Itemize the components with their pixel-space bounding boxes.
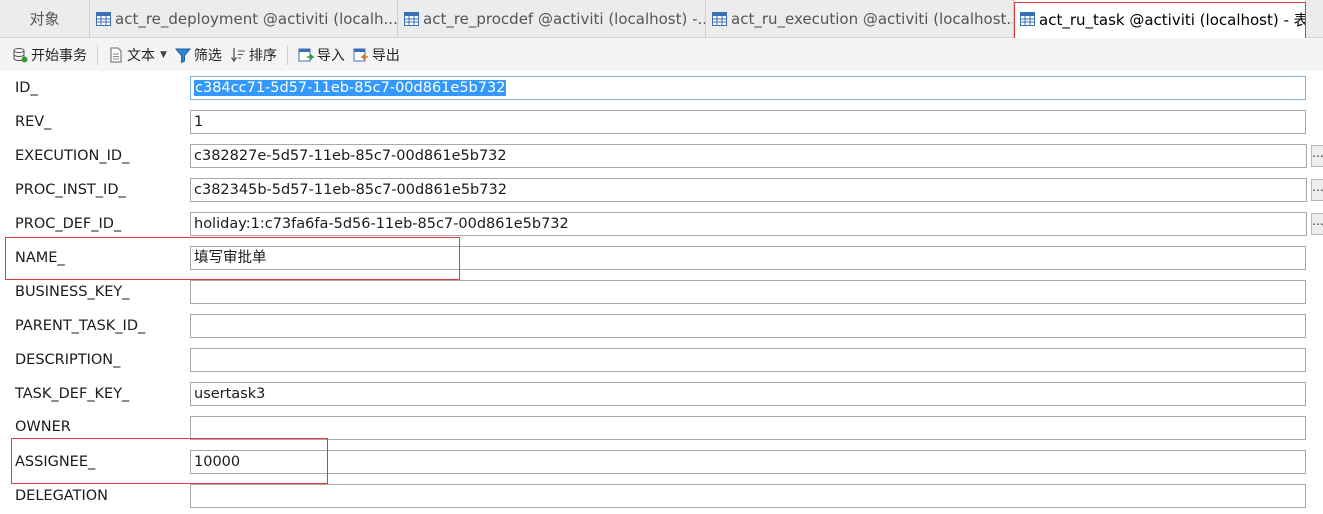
id-field[interactable]: c384cc71-5d57-11eb-85c7-00d861e5b732 <box>190 76 1306 100</box>
field-label: DELEGATION <box>15 488 108 504</box>
business-key-field[interactable] <box>190 280 1306 304</box>
export-icon <box>353 48 368 61</box>
tab-act-ru-task[interactable]: act_ru_task @activiti (localhost) - 表 <box>1014 0 1306 38</box>
database-transaction-icon <box>13 47 28 62</box>
execution-id-field[interactable]: c382827e-5d57-11eb-85c7-00d861e5b732 <box>190 144 1307 168</box>
field-label: ID_ <box>15 80 38 96</box>
chevron-down-icon: ▼ <box>160 49 167 60</box>
field-label: TASK_DEF_KEY_ <box>15 386 130 402</box>
filter-label: 筛选 <box>193 47 222 64</box>
field-label: ASSIGNEE_ <box>15 454 96 470</box>
import-button[interactable]: 导入 <box>294 42 349 68</box>
field-label: PROC_INST_ID_ <box>15 182 126 198</box>
toolbar: 开始事务 文本 ▼ 筛选 排序 导入 导出 <box>0 38 1323 71</box>
name-field[interactable]: 填写审批单 <box>190 246 1306 270</box>
filter-button[interactable]: 筛选 <box>171 42 226 68</box>
task-def-key-field[interactable]: usertask3 <box>190 382 1306 406</box>
lookup-button[interactable]: ... <box>1311 145 1323 167</box>
filter-icon <box>174 48 191 63</box>
field-label: REV_ <box>15 114 52 130</box>
field-label: NAME_ <box>15 250 65 266</box>
assignee-field[interactable]: 10000 <box>190 450 1306 474</box>
tab-label: act_re_procdef @activiti (localhost) -..… <box>423 9 706 28</box>
text-button[interactable]: 文本 ▼ <box>104 42 171 68</box>
field-row-id: ID_ c384cc71-5d57-11eb-85c7-00d861e5b732 <box>0 72 1323 106</box>
field-row-task-def-key: TASK_DEF_KEY_ usertask3 <box>0 378 1323 412</box>
tab-act-re-deployment[interactable]: act_re_deployment @activiti (localh... <box>90 0 398 37</box>
sort-icon <box>230 47 245 62</box>
tab-objects[interactable]: 对象 <box>0 0 90 37</box>
field-label: PROC_DEF_ID_ <box>15 216 122 232</box>
export-button[interactable]: 导出 <box>349 42 404 68</box>
tab-bar: 对象 act_re_deployment @activiti (localh..… <box>0 0 1323 38</box>
sort-label: 排序 <box>248 47 277 64</box>
record-form: ID_ c384cc71-5d57-11eb-85c7-00d861e5b732… <box>0 72 1323 508</box>
field-row-proc-def-id: PROC_DEF_ID_ holiday:1:c73fa6fa-5d56-11e… <box>0 208 1323 242</box>
field-row-delegation: DELEGATION <box>0 480 1323 514</box>
field-row-execution-id: EXECUTION_ID_ c382827e-5d57-11eb-85c7-00… <box>0 140 1323 174</box>
tab-label: act_ru_task @activiti (localhost) - 表 <box>1039 10 1306 29</box>
field-row-owner: OWNER <box>0 412 1323 446</box>
field-label: EXECUTION_ID_ <box>15 148 130 164</box>
field-label: DESCRIPTION_ <box>15 352 121 368</box>
field-row-name: NAME_ 填写审批单 <box>0 242 1323 276</box>
begin-transaction-label: 开始事务 <box>31 47 87 64</box>
table-icon <box>1020 12 1035 26</box>
tab-label: act_ru_execution @activiti (localhost... <box>731 9 1014 28</box>
field-row-business-key: BUSINESS_KEY_ <box>0 276 1323 310</box>
field-row-description: DESCRIPTION_ <box>0 344 1323 378</box>
lookup-button[interactable]: ... <box>1311 179 1323 201</box>
tab-label: 对象 <box>29 10 60 28</box>
field-row-proc-inst-id: PROC_INST_ID_ c382345b-5d57-11eb-85c7-00… <box>0 174 1323 208</box>
field-label: BUSINESS_KEY_ <box>15 284 130 300</box>
delegation-field[interactable] <box>190 484 1306 508</box>
begin-transaction-button[interactable]: 开始事务 <box>8 42 91 68</box>
toolbar-divider <box>97 44 98 65</box>
document-icon <box>110 47 122 62</box>
import-icon <box>298 48 314 61</box>
import-label: 导入 <box>316 47 345 64</box>
table-icon <box>712 11 727 26</box>
field-label: OWNER <box>15 419 71 435</box>
proc-def-id-field[interactable]: holiday:1:c73fa6fa-5d56-11eb-85c7-00d861… <box>190 212 1307 236</box>
table-icon <box>96 11 111 26</box>
table-icon <box>404 11 419 26</box>
sort-button[interactable]: 排序 <box>226 42 281 68</box>
tab-act-ru-execution[interactable]: act_ru_execution @activiti (localhost... <box>706 0 1014 37</box>
field-row-rev: REV_ 1 <box>0 106 1323 140</box>
tab-label: act_re_deployment @activiti (localh... <box>115 9 398 28</box>
field-row-assignee: ASSIGNEE_ 10000 <box>0 446 1323 480</box>
parent-task-id-field[interactable] <box>190 314 1306 338</box>
field-label: PARENT_TASK_ID_ <box>15 318 146 334</box>
rev-field[interactable]: 1 <box>190 110 1306 134</box>
text-label: 文本 <box>127 47 155 64</box>
proc-inst-id-field[interactable]: c382345b-5d57-11eb-85c7-00d861e5b732 <box>190 178 1307 202</box>
owner-field[interactable] <box>190 416 1306 440</box>
selected-text: c384cc71-5d57-11eb-85c7-00d861e5b732 <box>194 80 507 96</box>
field-row-parent-task-id: PARENT_TASK_ID_ <box>0 310 1323 344</box>
tab-act-re-procdef[interactable]: act_re_procdef @activiti (localhost) -..… <box>398 0 706 37</box>
export-label: 导出 <box>371 47 400 64</box>
lookup-button[interactable]: ... <box>1311 213 1323 235</box>
toolbar-divider <box>286 44 288 65</box>
description-field[interactable] <box>190 348 1306 372</box>
